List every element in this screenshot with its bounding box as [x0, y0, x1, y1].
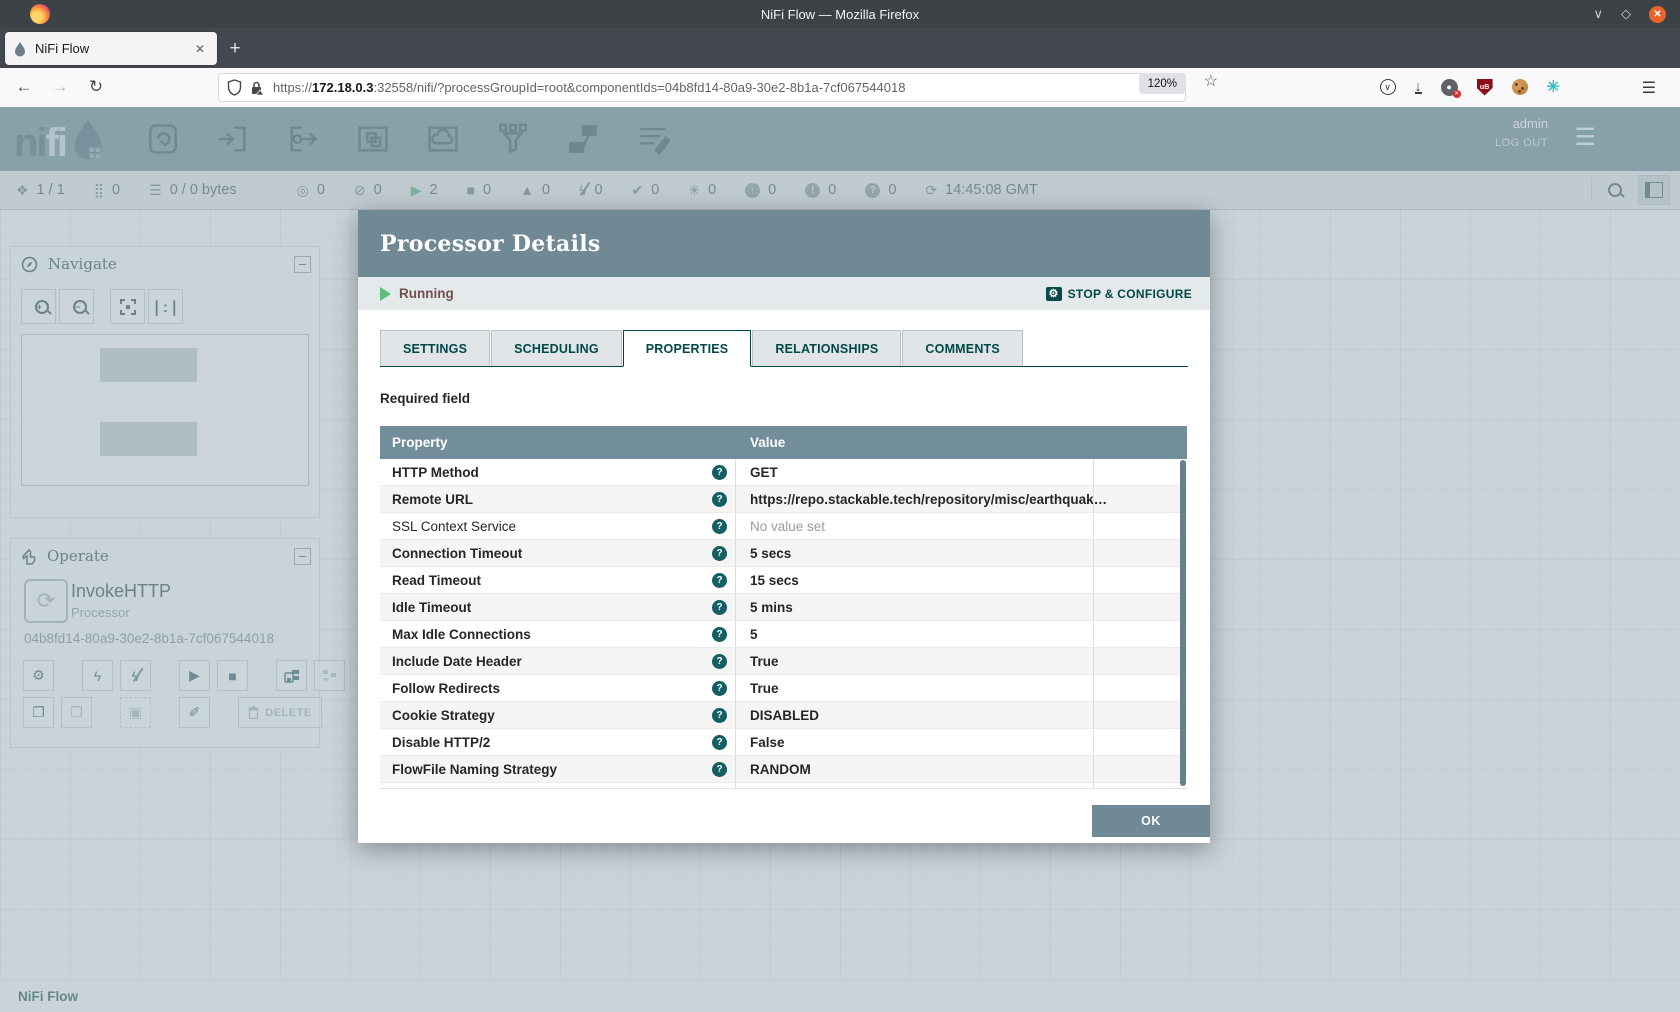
help-icon[interactable]: ? [712, 492, 727, 507]
table-row[interactable]: Follow Redirects?True [380, 675, 1187, 702]
table-row[interactable]: HTTP Method?GET [380, 459, 1187, 486]
running-icon [380, 287, 391, 301]
dialog-title: Processor Details [380, 231, 601, 257]
ok-button[interactable]: OK [1092, 805, 1210, 837]
bookmark-star-icon[interactable]: ☆ [1204, 71, 1218, 91]
help-icon[interactable]: ? [712, 573, 727, 588]
tracking-shield-icon[interactable] [227, 79, 242, 96]
help-icon[interactable]: ? [712, 681, 727, 696]
table-row[interactable]: Remote URL?https://repo.stackable.tech/r… [380, 486, 1187, 513]
dialog-header: Processor Details [358, 210, 1210, 277]
nifi-favicon [13, 41, 27, 57]
tab-settings[interactable]: SETTINGS [380, 330, 490, 366]
help-icon[interactable]: ? [712, 519, 727, 534]
table-row[interactable]: SSL Context Service?No value set [380, 513, 1187, 540]
column-value: Value [735, 435, 785, 450]
window-titlebar: NiFi Flow — Mozilla Firefox ∨ ◇ ✕ [0, 0, 1680, 28]
tab-comments[interactable]: COMMENTS [902, 330, 1023, 366]
table-row[interactable]: Max Idle Connections?5 [380, 621, 1187, 648]
table-row[interactable]: Read Timeout?15 secs [380, 567, 1187, 594]
help-icon[interactable]: ? [712, 465, 727, 480]
table-row[interactable]: FlowFile Naming Strategy?RANDOM [380, 756, 1187, 783]
processor-details-dialog: Processor Details Running ⚙ STOP & CONFI… [358, 210, 1210, 843]
downloads-icon[interactable]: ↓ [1415, 81, 1422, 94]
running-label: Running [399, 286, 454, 301]
account-icon[interactable]: ●✕ [1441, 79, 1458, 96]
browser-tabstrip: NiFi Flow ✕ + [0, 28, 1680, 68]
window-title: NiFi Flow — Mozilla Firefox [761, 7, 919, 22]
help-icon[interactable]: ? [712, 627, 727, 642]
tab-properties[interactable]: PROPERTIES [623, 330, 752, 367]
url-bar[interactable]: https://172.18.0.3:32558/nifi/?processGr… [218, 73, 1186, 102]
stop-and-configure-button[interactable]: ⚙ STOP & CONFIGURE [1046, 287, 1192, 301]
window-maximize-icon[interactable]: ◇ [1621, 6, 1631, 22]
url-host: 172.18.0.3 [312, 80, 373, 95]
dialog-status-row: Running ⚙ STOP & CONFIGURE [358, 277, 1210, 310]
browser-tab[interactable]: NiFi Flow ✕ [5, 32, 217, 65]
properties-table-header: Property Value [380, 426, 1187, 459]
menu-hamburger-icon[interactable]: ☰ [1642, 78, 1656, 98]
tab-title: NiFi Flow [35, 41, 191, 56]
pocket-icon[interactable]: ∨ [1380, 79, 1396, 95]
container-extension-icon[interactable]: ✳ [1547, 77, 1560, 97]
back-button[interactable]: ← [8, 68, 40, 106]
ublock-icon[interactable]: uB [1477, 79, 1493, 96]
zoom-level-badge[interactable]: 120% [1139, 73, 1186, 94]
column-property: Property [380, 435, 735, 450]
forward-button[interactable]: → [44, 68, 76, 106]
help-icon[interactable]: ? [712, 789, 727, 790]
dialog-tabs: SETTINGS SCHEDULING PROPERTIES RELATIONS… [380, 330, 1188, 367]
browser-navbar: ← → ↻ https://172.18.0.3:32558/nifi/?pro… [0, 68, 1680, 108]
url-scheme: https:// [273, 80, 312, 95]
properties-table: Property Value HTTP Method?GET Remote UR… [380, 426, 1187, 789]
reload-button[interactable]: ↻ [80, 68, 112, 106]
tab-relationships[interactable]: RELATIONSHIPS [752, 330, 901, 366]
new-tab-button[interactable]: + [222, 36, 248, 62]
table-row-partial[interactable]: Attributes to Send?No value set [380, 783, 1187, 789]
help-icon[interactable]: ? [712, 546, 727, 561]
connection-lock-icon[interactable] [250, 80, 265, 96]
table-row[interactable]: Idle Timeout?5 mins [380, 594, 1187, 621]
table-row[interactable]: Include Date Header?True [380, 648, 1187, 675]
help-icon[interactable]: ? [712, 708, 727, 723]
firefox-logo-icon [30, 4, 50, 24]
help-icon[interactable]: ? [712, 762, 727, 777]
stop-configure-icon: ⚙ [1046, 287, 1062, 301]
tab-scheduling[interactable]: SCHEDULING [491, 330, 622, 366]
help-icon[interactable]: ? [712, 735, 727, 750]
cookie-extension-icon[interactable] [1512, 79, 1528, 95]
table-row[interactable]: Cookie Strategy?DISABLED [380, 702, 1187, 729]
url-path: :32558/nifi/?processGroupId=root&compone… [373, 80, 905, 95]
window-close-button[interactable]: ✕ [1649, 6, 1666, 23]
required-field-note: Required field [380, 391, 1188, 406]
help-icon[interactable]: ? [712, 600, 727, 615]
table-scrollbar[interactable] [1180, 460, 1186, 786]
tab-close-icon[interactable]: ✕ [191, 40, 209, 58]
table-row[interactable]: Connection Timeout?5 secs [380, 540, 1187, 567]
window-shade-icon[interactable]: ∨ [1593, 6, 1603, 22]
help-icon[interactable]: ? [712, 654, 727, 669]
table-row[interactable]: Disable HTTP/2?False [380, 729, 1187, 756]
